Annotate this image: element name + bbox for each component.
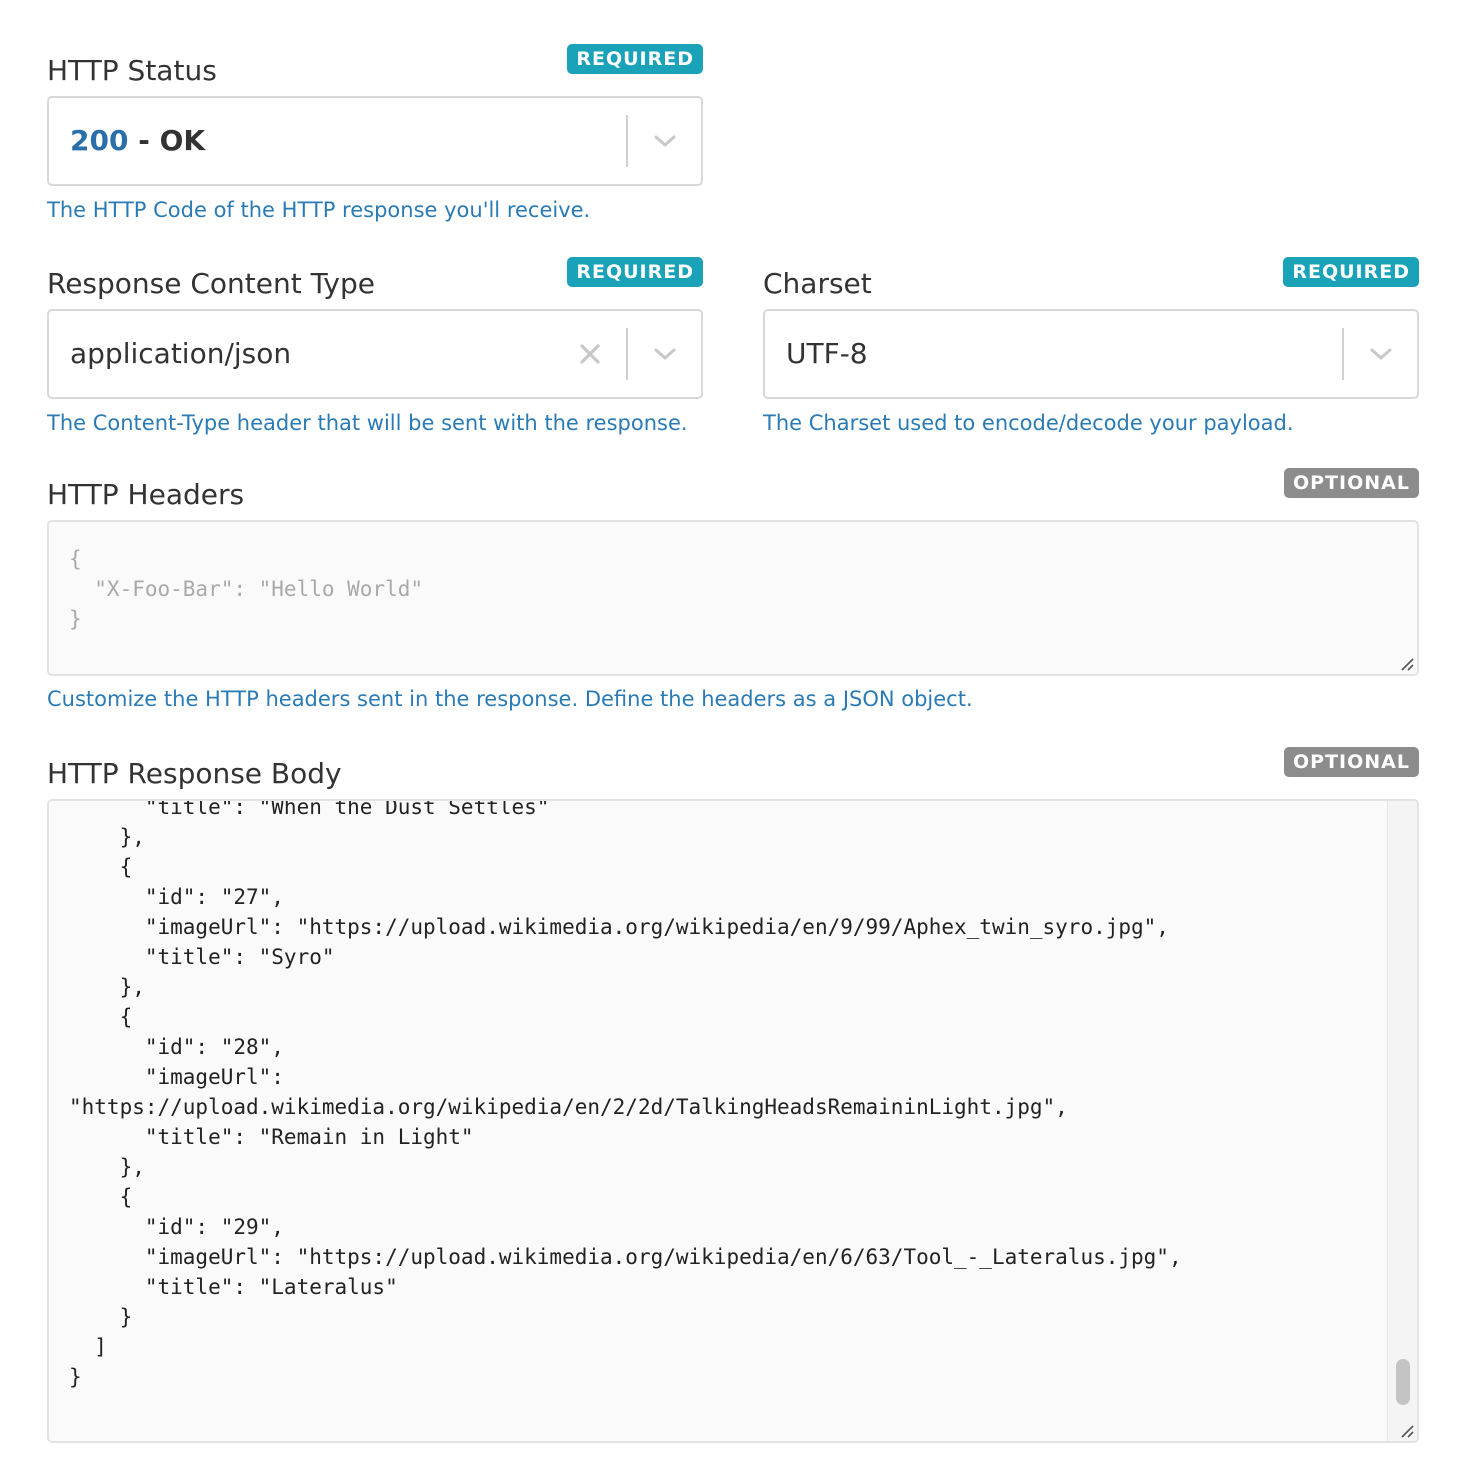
scrollbar-thumb[interactable] <box>1396 1359 1410 1405</box>
optional-badge: OPTIONAL <box>1284 468 1419 498</box>
charset-select[interactable]: UTF-8 <box>763 309 1419 399</box>
charset-label: Charset <box>763 267 872 300</box>
resize-handle-icon[interactable] <box>1399 1423 1415 1439</box>
http-status-select[interactable]: 200 - OK <box>47 96 703 186</box>
charset-field: Charset REQUIRED UTF-8 The Charset used … <box>763 257 1419 447</box>
http-response-body-label: HTTP Response Body <box>47 757 342 790</box>
http-response-body-textarea[interactable]: "title": "When the Dust Settles" }, { "i… <box>47 799 1419 1443</box>
content-type-label: Response Content Type <box>47 267 375 300</box>
http-response-body-field: HTTP Response Body OPTIONAL "title": "Wh… <box>47 747 1419 1444</box>
content-type-value: application/json <box>70 337 292 370</box>
http-status-separator: - <box>128 124 160 157</box>
content-type-help: The Content-Type header that will be sen… <box>47 411 688 435</box>
select-separator <box>1342 328 1344 380</box>
optional-badge: OPTIONAL <box>1284 747 1419 777</box>
http-status-text: OK <box>159 124 206 157</box>
http-headers-textarea[interactable]: { "X-Foo-Bar": "Hello World" } <box>47 520 1419 676</box>
required-badge: REQUIRED <box>567 257 703 287</box>
http-status-label: HTTP Status <box>47 54 217 87</box>
required-badge: REQUIRED <box>1283 257 1419 287</box>
http-headers-field: HTTP Headers OPTIONAL { "X-Foo-Bar": "He… <box>47 468 1419 718</box>
http-status-code: 200 <box>70 124 129 157</box>
scrollbar-track[interactable] <box>1387 801 1417 1441</box>
required-badge: REQUIRED <box>567 44 703 74</box>
charset-help: The Charset used to encode/decode your p… <box>763 411 1294 435</box>
content-type-select[interactable]: application/json <box>47 309 703 399</box>
close-icon[interactable] <box>577 341 603 367</box>
resize-handle-icon[interactable] <box>1399 656 1415 672</box>
http-headers-placeholder: { "X-Foo-Bar": "Hello World" } <box>69 547 424 631</box>
http-headers-label: HTTP Headers <box>47 478 245 511</box>
charset-value: UTF-8 <box>786 337 868 370</box>
http-status-field: HTTP Status REQUIRED 200 - OK The HTTP C… <box>47 44 703 234</box>
select-separator <box>626 328 628 380</box>
chevron-down-icon[interactable] <box>1367 340 1395 368</box>
http-status-help: The HTTP Code of the HTTP response you'l… <box>47 198 591 222</box>
chevron-down-icon[interactable] <box>651 127 679 155</box>
content-type-field: Response Content Type REQUIRED applicati… <box>47 257 703 447</box>
http-headers-help: Customize the HTTP headers sent in the r… <box>47 687 973 711</box>
chevron-down-icon[interactable] <box>651 340 679 368</box>
select-separator <box>626 115 628 167</box>
http-status-value: 200 - OK <box>70 98 205 184</box>
http-response-body-code[interactable]: "title": "When the Dust Settles" }, { "i… <box>69 801 1182 1392</box>
